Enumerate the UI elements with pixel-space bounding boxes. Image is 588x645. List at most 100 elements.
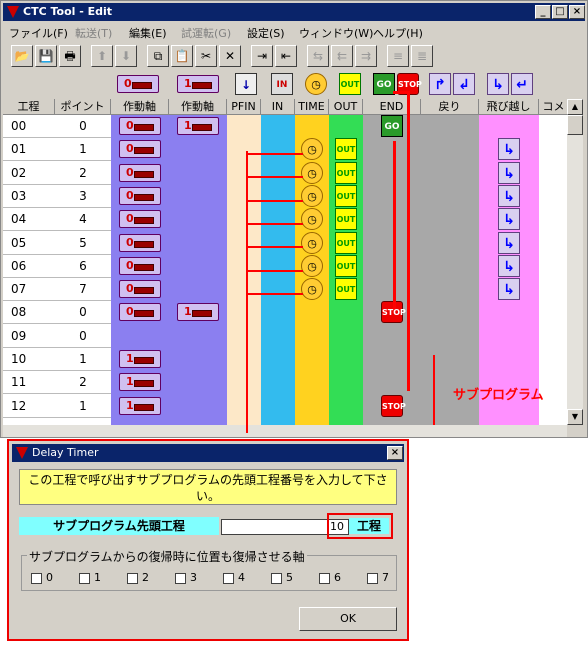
axis-checkbox-4[interactable]: 4 bbox=[223, 571, 245, 584]
menu-item-2[interactable]: 編集(E) bbox=[129, 25, 167, 41]
axis-checkbox-6[interactable]: 6 bbox=[319, 571, 341, 584]
delete-icon[interactable]: ✕ bbox=[219, 45, 241, 67]
table-row-step[interactable]: 02 bbox=[3, 161, 55, 185]
menu-item-6[interactable]: ヘルプ(H) bbox=[373, 25, 423, 41]
column-header-6[interactable]: TIME bbox=[295, 99, 329, 115]
table-row-point[interactable]: 3 bbox=[55, 184, 111, 208]
jump-icon[interactable]: ↳ bbox=[498, 254, 520, 277]
stop-icon[interactable]: STOP bbox=[381, 394, 406, 417]
axis-cell-icon[interactable] bbox=[119, 117, 161, 135]
column-header-1[interactable]: ポイント bbox=[55, 99, 111, 115]
column-header-8[interactable]: END bbox=[363, 99, 421, 115]
axis-checkbox-0[interactable]: 0 bbox=[31, 571, 53, 584]
unindent-icon[interactable]: ⇉ bbox=[355, 45, 377, 67]
axis-checkbox-1[interactable]: 1 bbox=[79, 571, 101, 584]
axis-cell-icon[interactable] bbox=[119, 396, 161, 415]
table-row-point[interactable]: 0 bbox=[55, 301, 111, 325]
out-icon[interactable]: OUT bbox=[335, 184, 357, 207]
axis-cell-icon[interactable] bbox=[119, 350, 161, 368]
return-left-icon[interactable]: ↵ bbox=[511, 73, 533, 95]
copy-icon[interactable]: ⧉ bbox=[147, 45, 169, 67]
table-row-step[interactable]: 11 bbox=[3, 371, 55, 395]
axis-cell-icon[interactable] bbox=[119, 280, 161, 299]
jump-icon[interactable]: ↳ bbox=[498, 161, 520, 184]
axis-cell-icon[interactable] bbox=[119, 163, 161, 182]
stack-icon[interactable]: ≡ bbox=[387, 45, 409, 67]
column-header-9[interactable]: 戻り bbox=[421, 99, 479, 115]
axis-0-icon[interactable] bbox=[117, 75, 159, 93]
close-button[interactable]: × bbox=[569, 5, 585, 19]
column-header-4[interactable]: PFIN bbox=[227, 99, 261, 115]
out-icon[interactable]: OUT bbox=[335, 161, 357, 184]
arrow-down-icon[interactable]: ⬇ bbox=[115, 45, 137, 67]
jump-down-icon[interactable]: ↳ bbox=[487, 73, 509, 95]
jump-icon[interactable]: ↱ bbox=[429, 73, 451, 95]
open-icon[interactable]: 📂 bbox=[11, 45, 33, 67]
table-row-point[interactable]: 2 bbox=[55, 161, 111, 185]
scroll-down-button[interactable]: ▼ bbox=[567, 409, 583, 425]
out-icon[interactable]: OUT bbox=[335, 208, 357, 231]
append-row-icon[interactable]: ⇤ bbox=[275, 45, 297, 67]
cut-icon[interactable]: ✂ bbox=[195, 45, 217, 67]
dialog-close-button[interactable]: × bbox=[387, 446, 403, 460]
table-row-step[interactable]: 03 bbox=[3, 184, 55, 208]
vertical-scrollbar[interactable]: ▲ ▼ bbox=[567, 99, 583, 425]
insert-row-icon[interactable]: ⇥ bbox=[251, 45, 273, 67]
column-header-2[interactable]: 作動軸 bbox=[111, 99, 169, 115]
column-header-3[interactable]: 作動軸 bbox=[169, 99, 227, 115]
out-icon[interactable]: OUT bbox=[339, 73, 361, 95]
axis-cell-icon[interactable] bbox=[119, 256, 161, 275]
return-icon[interactable]: ↲ bbox=[453, 73, 475, 95]
stack-down-icon[interactable]: ≣ bbox=[411, 45, 433, 67]
axis-cell-icon[interactable] bbox=[119, 140, 161, 159]
out-icon[interactable]: OUT bbox=[335, 138, 357, 161]
table-row-point[interactable]: 7 bbox=[55, 278, 111, 302]
save-icon[interactable]: 💾 bbox=[35, 45, 57, 67]
column-header-7[interactable]: OUT bbox=[329, 99, 363, 115]
timer-icon[interactable]: ◷ bbox=[305, 73, 327, 95]
print-icon[interactable]: 🖶 bbox=[59, 45, 81, 67]
axis-checkbox-7[interactable]: 7 bbox=[367, 571, 389, 584]
checkbox-box[interactable] bbox=[127, 572, 138, 584]
out-icon[interactable]: OUT bbox=[335, 231, 357, 254]
checkbox-box[interactable] bbox=[367, 572, 378, 584]
checkbox-box[interactable] bbox=[79, 572, 90, 584]
table-row-step[interactable]: 08 bbox=[3, 301, 55, 325]
axis-cell-icon[interactable] bbox=[119, 186, 161, 205]
maximize-button[interactable]: □ bbox=[552, 5, 568, 19]
horizontal-scrollbar[interactable] bbox=[3, 425, 567, 437]
column-header-0[interactable]: 工程 bbox=[3, 99, 55, 115]
checkbox-box[interactable] bbox=[319, 572, 330, 584]
table-row-point[interactable]: 0 bbox=[55, 324, 111, 348]
axis-cell-icon[interactable] bbox=[177, 303, 219, 322]
menu-item-4[interactable]: 設定(S) bbox=[247, 25, 285, 41]
indent-icon[interactable]: ⇆ bbox=[307, 45, 329, 67]
scroll-thumb[interactable] bbox=[567, 115, 583, 135]
paste-icon[interactable]: 📋 bbox=[171, 45, 193, 67]
menu-item-3[interactable]: 試運転(G) bbox=[181, 25, 231, 41]
axis-checkbox-5[interactable]: 5 bbox=[271, 571, 293, 584]
table-row-step[interactable]: 10 bbox=[3, 348, 55, 371]
go-icon[interactable]: GO bbox=[381, 115, 403, 137]
table-row-step[interactable]: 01 bbox=[3, 138, 55, 162]
arrow-up-icon[interactable]: ⬆ bbox=[91, 45, 113, 67]
minimize-button[interactable]: _ bbox=[535, 5, 551, 19]
timer-icon[interactable]: ◷ bbox=[301, 231, 323, 254]
checkbox-box[interactable] bbox=[271, 572, 282, 584]
jump-icon[interactable]: ↳ bbox=[498, 138, 520, 161]
timer-icon[interactable]: ◷ bbox=[301, 184, 323, 207]
table-row-step[interactable]: 12 bbox=[3, 394, 55, 418]
outdent-icon[interactable]: ⇇ bbox=[331, 45, 353, 67]
jump-icon[interactable]: ↳ bbox=[498, 278, 520, 301]
column-header-5[interactable]: IN bbox=[261, 99, 295, 115]
jump-icon[interactable]: ↳ bbox=[498, 184, 520, 207]
table-row-step[interactable]: 04 bbox=[3, 208, 55, 232]
stop-icon[interactable]: STOP bbox=[381, 301, 406, 324]
checkbox-box[interactable] bbox=[31, 572, 42, 584]
axis-cell-icon[interactable] bbox=[177, 117, 219, 135]
go-icon[interactable]: GO bbox=[373, 73, 395, 95]
menu-item-0[interactable]: ファイル(F) bbox=[9, 25, 68, 41]
axis-cell-icon[interactable] bbox=[119, 303, 161, 322]
table-row-step[interactable]: 00 bbox=[3, 115, 55, 138]
ok-button[interactable]: OK bbox=[299, 607, 397, 631]
